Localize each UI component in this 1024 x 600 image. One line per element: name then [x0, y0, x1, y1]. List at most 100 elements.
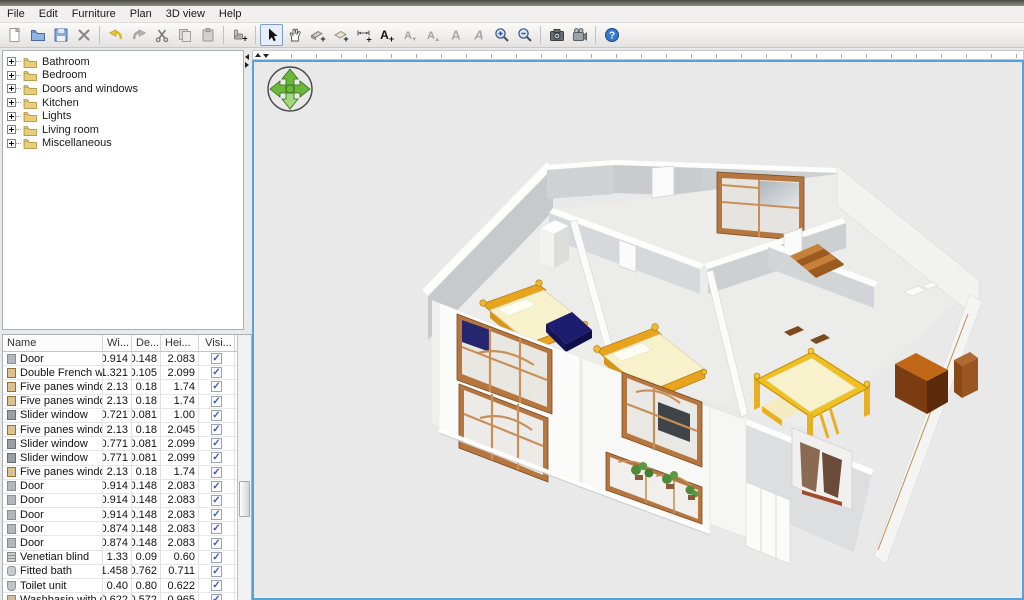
splitter-arrow-left-icon[interactable]: [245, 54, 249, 60]
table-row[interactable]: Toilet unit0.400.800.622✓: [3, 579, 237, 593]
open-home-button[interactable]: [26, 24, 49, 46]
table-row[interactable]: Door0.9140.1482.083✓: [3, 480, 237, 494]
add-furniture-button[interactable]: +: [228, 24, 251, 46]
new-home-button[interactable]: [3, 24, 26, 46]
save-home-button[interactable]: [49, 24, 72, 46]
cut-button[interactable]: [150, 24, 173, 46]
table-row[interactable]: Door0.8740.1482.083✓: [3, 522, 237, 536]
brown-wardrobe[interactable]: [895, 353, 948, 414]
table-row[interactable]: Five panes window2.130.182.045✓: [3, 423, 237, 437]
table-row[interactable]: Door0.9140.1482.083✓: [3, 352, 237, 366]
visible-checkbox[interactable]: ✓: [211, 438, 222, 449]
visible-checkbox[interactable]: ✓: [211, 367, 222, 378]
help-button[interactable]: ?: [600, 24, 623, 46]
3d-view-canvas[interactable]: [252, 60, 1024, 600]
column-header-0[interactable]: Name: [3, 335, 103, 351]
zoom-out-button[interactable]: [513, 24, 536, 46]
plan-view-collapsed[interactable]: [252, 50, 1024, 60]
catalog-category-bedroom[interactable]: Bedroom: [3, 69, 243, 83]
desk-right[interactable]: [954, 352, 978, 398]
visible-checkbox[interactable]: ✓: [211, 424, 222, 435]
catalog-category-miscellaneous[interactable]: Miscellaneous: [3, 137, 243, 151]
visible-checkbox[interactable]: ✓: [211, 396, 222, 407]
visible-checkbox[interactable]: ✓: [211, 353, 222, 364]
column-header-1[interactable]: Wi...: [103, 335, 132, 351]
copy-button[interactable]: [173, 24, 196, 46]
table-row[interactable]: Slider window0.7710.0812.099✓: [3, 451, 237, 465]
five-panes-window-back[interactable]: [717, 172, 804, 241]
tree-expand-icon[interactable]: [7, 84, 16, 93]
decrease-text-size-button[interactable]: A: [398, 24, 421, 46]
bold-button[interactable]: A: [444, 24, 467, 46]
visible-checkbox[interactable]: ✓: [211, 594, 222, 600]
table-row[interactable]: Washbasin with ca...0.6220.5720.965✓: [3, 593, 237, 600]
tree-expand-icon[interactable]: [7, 125, 16, 134]
tree-expand-icon[interactable]: [7, 98, 16, 107]
create-dimensions-button[interactable]: +: [352, 24, 375, 46]
visible-checkbox[interactable]: ✓: [211, 566, 222, 577]
table-row[interactable]: Slider window0.7210.0811.00✓: [3, 409, 237, 423]
visible-checkbox[interactable]: ✓: [211, 552, 222, 563]
table-row[interactable]: Double French win...1.3210.1052.099✓: [3, 366, 237, 380]
visible-checkbox[interactable]: ✓: [211, 538, 222, 549]
undo-button[interactable]: [104, 24, 127, 46]
table-row[interactable]: Five panes window2.130.181.74✓: [3, 380, 237, 394]
table-row[interactable]: Five panes window2.130.181.74✓: [3, 395, 237, 409]
create-rooms-button[interactable]: +: [329, 24, 352, 46]
paste-button[interactable]: [196, 24, 219, 46]
table-row[interactable]: Door0.8740.1482.083✓: [3, 536, 237, 550]
menu-item-help[interactable]: Help: [212, 7, 249, 21]
splitter-arrow-up-icon[interactable]: [255, 53, 261, 57]
column-header-2[interactable]: De...: [132, 335, 161, 351]
create-photo-button[interactable]: [545, 24, 568, 46]
house-3d-model[interactable]: [422, 160, 982, 564]
catalog-category-kitchen[interactable]: Kitchen: [3, 96, 243, 110]
visible-checkbox[interactable]: ✓: [211, 452, 222, 463]
tree-expand-icon[interactable]: [7, 112, 16, 121]
add-text-button[interactable]: A+: [375, 24, 398, 46]
visible-checkbox[interactable]: ✓: [211, 381, 222, 392]
table-row[interactable]: Door0.9140.1482.083✓: [3, 494, 237, 508]
visible-checkbox[interactable]: ✓: [211, 467, 222, 478]
table-row[interactable]: Door0.9140.1482.083✓: [3, 508, 237, 522]
compass-navigation[interactable]: [268, 67, 312, 111]
column-header-4[interactable]: Visi...: [199, 335, 235, 351]
preferences-button[interactable]: [72, 24, 95, 46]
italic-button[interactable]: A: [467, 24, 490, 46]
visible-checkbox[interactable]: ✓: [211, 481, 222, 492]
table-row[interactable]: Slider window0.7710.0812.099✓: [3, 437, 237, 451]
furniture-catalog-tree[interactable]: BathroomBedroomDoors and windowsKitchenL…: [2, 50, 244, 330]
visible-checkbox[interactable]: ✓: [211, 580, 222, 591]
visible-checkbox[interactable]: ✓: [211, 523, 222, 534]
menu-item-edit[interactable]: Edit: [32, 7, 65, 21]
furniture-table[interactable]: NameWi...De...Hei...Visi...Door0.9140.14…: [3, 335, 237, 600]
catalog-category-bathroom[interactable]: Bathroom: [3, 55, 243, 69]
catalog-category-doors-and-windows[interactable]: Doors and windows: [3, 82, 243, 96]
tree-expand-icon[interactable]: [7, 57, 16, 66]
create-walls-button[interactable]: +: [306, 24, 329, 46]
furniture-table-scrollbar[interactable]: [237, 335, 251, 600]
table-row[interactable]: Venetian blind1.330.090.60✓: [3, 551, 237, 565]
white-wardrobe[interactable]: [540, 220, 569, 268]
splitter-arrow-right-icon[interactable]: [245, 62, 249, 68]
menu-item-furniture[interactable]: Furniture: [65, 7, 123, 21]
table-row[interactable]: Five panes window2.130.181.74✓: [3, 466, 237, 480]
scrollbar-thumb[interactable]: [239, 481, 250, 517]
visible-checkbox[interactable]: ✓: [211, 410, 222, 421]
tree-expand-icon[interactable]: [7, 71, 16, 80]
tree-expand-icon[interactable]: [7, 139, 16, 148]
catalog-category-living-room[interactable]: Living room: [3, 123, 243, 137]
create-video-button[interactable]: [568, 24, 591, 46]
visible-checkbox[interactable]: ✓: [211, 509, 222, 520]
redo-button[interactable]: [127, 24, 150, 46]
select-tool-button[interactable]: [260, 24, 283, 46]
visible-checkbox[interactable]: ✓: [211, 495, 222, 506]
increase-text-size-button[interactable]: A: [421, 24, 444, 46]
menu-item-file[interactable]: File: [0, 7, 32, 21]
zoom-in-button[interactable]: [490, 24, 513, 46]
menu-item-plan[interactable]: Plan: [123, 7, 159, 21]
column-header-3[interactable]: Hei...: [161, 335, 199, 351]
menu-item-3d-view[interactable]: 3D view: [159, 7, 212, 21]
catalog-category-lights[interactable]: Lights: [3, 109, 243, 123]
pan-tool-button[interactable]: [283, 24, 306, 46]
